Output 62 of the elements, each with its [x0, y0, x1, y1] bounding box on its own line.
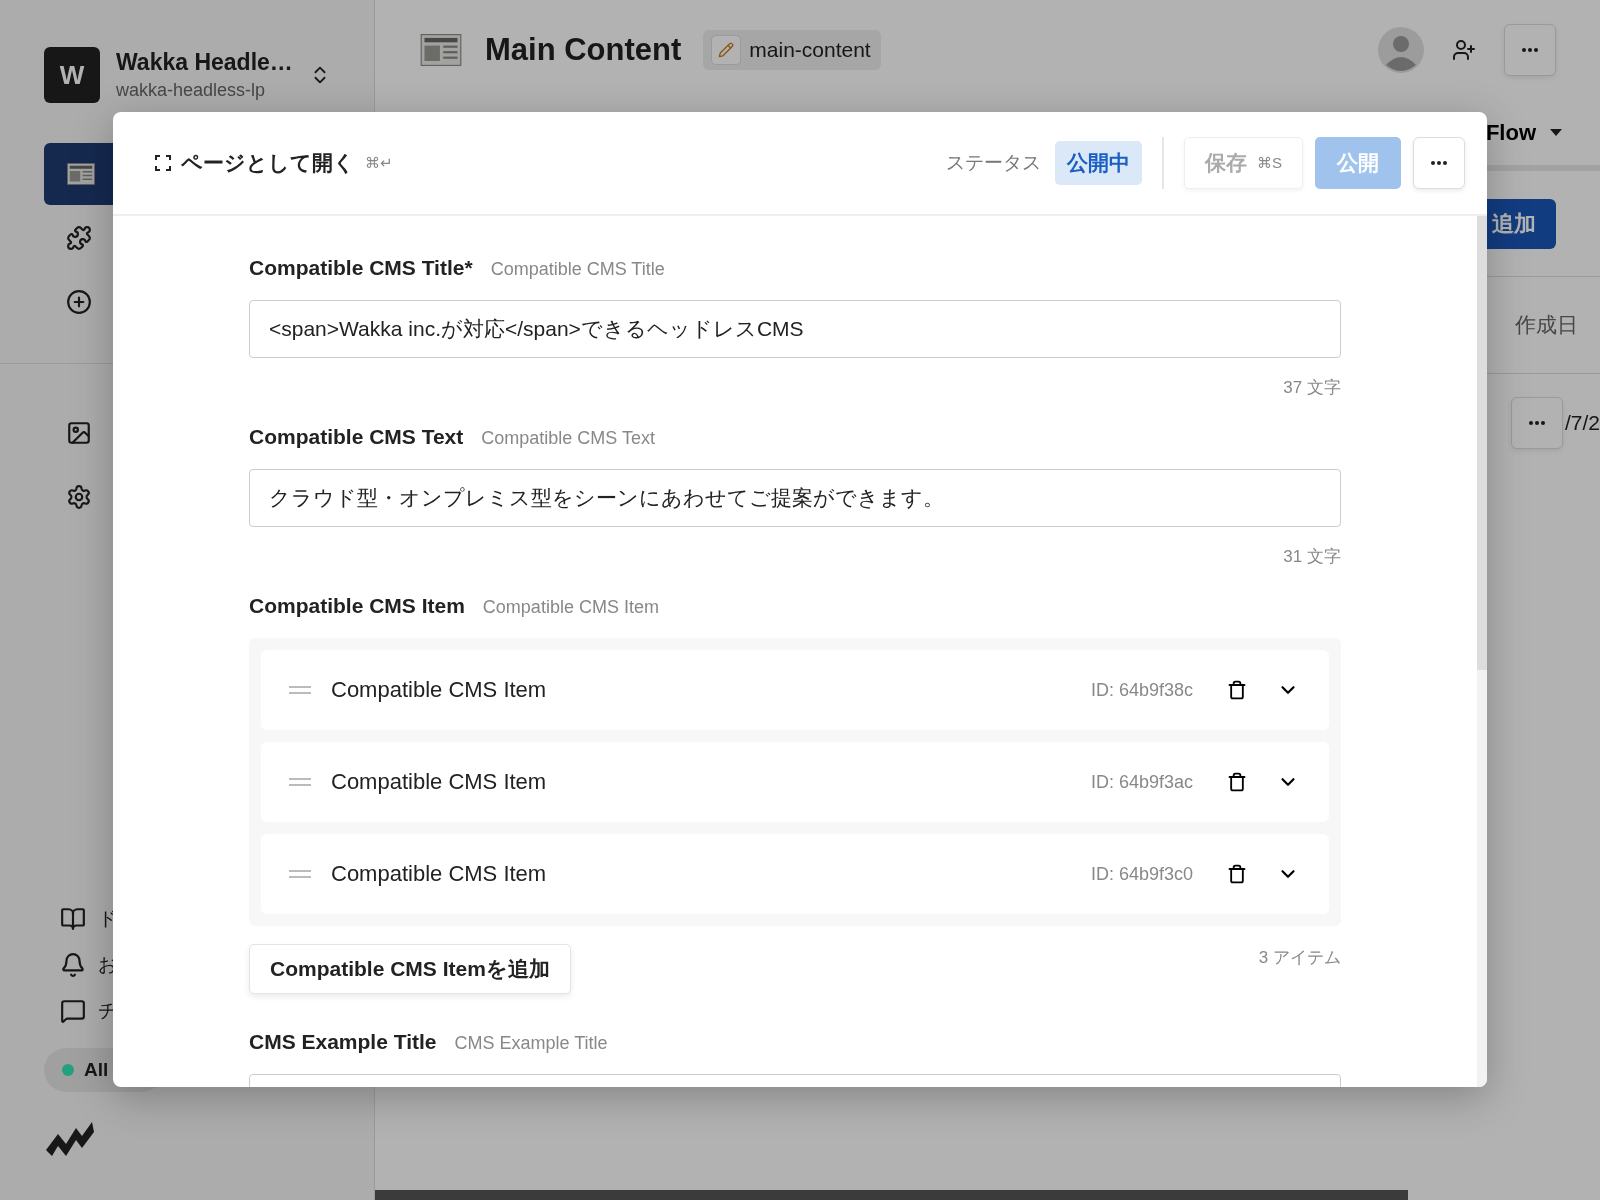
character-count: 37 文字 [1283, 377, 1341, 399]
status-label: ステータス [946, 151, 1041, 175]
list-item[interactable]: Compatible CMS Item ID: 64b9f38c [261, 650, 1329, 730]
plus-circle-icon [66, 289, 92, 315]
ellipsis-icon [1528, 421, 1545, 425]
settings-icon [66, 484, 92, 510]
drag-handle-icon[interactable] [289, 685, 311, 695]
nav-label[interactable]: チ [98, 998, 117, 1024]
trash-icon [1227, 680, 1247, 700]
trash-icon [1227, 772, 1247, 792]
book-icon[interactable] [60, 906, 86, 932]
chat-icon[interactable] [60, 998, 86, 1024]
column-header: 作成日 [1515, 312, 1578, 338]
field-label: Compatible CMS Text [249, 425, 464, 449]
add-user-icon[interactable] [1452, 38, 1476, 62]
horizontal-scrollbar[interactable] [375, 1190, 1408, 1200]
item-count: 3 アイテム [1258, 947, 1341, 969]
field-label: CMS Example Title [249, 1030, 437, 1054]
workspace-logo[interactable]: W [44, 47, 100, 103]
image-icon [66, 420, 92, 446]
flow-menu[interactable]: Flow [1485, 119, 1588, 146]
page-title: Main Content [485, 32, 682, 68]
text-field[interactable]: クラウド型・オンプレミス型をシーンにあわせてご提案ができます。 [249, 469, 1341, 527]
add-item-button[interactable]: Compatible CMS Itemを追加 [249, 944, 571, 994]
filter-label: All [84, 1059, 109, 1081]
table-cell: /7/2 [1564, 411, 1600, 435]
ellipsis-icon [1522, 48, 1538, 52]
item-id: ID: 64b9f38c [1090, 679, 1193, 701]
expand-icon [155, 155, 171, 171]
field-api-name: Compatible CMS Text [481, 428, 656, 449]
field-api-name: Compatible CMS Title [490, 259, 665, 280]
list-item[interactable]: Compatible CMS Item ID: 64b9f3c0 [261, 834, 1329, 914]
field-api-name: Compatible CMS Item [482, 597, 659, 618]
field-label: Compatible CMS Item [249, 594, 465, 618]
item-title: Compatible CMS Item [331, 861, 547, 887]
list-item[interactable]: Compatible CMS Item ID: 64b9f3ac [261, 742, 1329, 822]
item-title: Compatible CMS Item [331, 677, 547, 703]
drag-handle-icon[interactable] [289, 869, 311, 879]
scrollbar-thumb[interactable] [1477, 216, 1487, 670]
text-field[interactable]: <span>Wakka inc.が対応</span>できるヘッドレスCMS [249, 300, 1341, 358]
workspace-name: Wakka Headle… [116, 49, 293, 76]
trash-icon [1227, 864, 1247, 884]
delete-button[interactable] [1227, 680, 1247, 700]
item-title: Compatible CMS Item [331, 769, 547, 795]
slug-text: main-content [749, 38, 871, 62]
field-label: Compatible CMS Title* [249, 256, 473, 280]
pencil-icon [711, 35, 742, 65]
delete-button[interactable] [1227, 772, 1247, 792]
open-as-page-link[interactable]: ページとして開く ⌘↵ [155, 149, 393, 177]
puzzle-icon [66, 225, 92, 251]
drag-handle-icon[interactable] [289, 777, 311, 787]
item-id: ID: 64b9f3ac [1090, 771, 1193, 793]
item-id: ID: 64b9f3c0 [1090, 863, 1193, 885]
workspace-slug: wakka-headless-lp [116, 80, 267, 101]
status-badge: 公開中 [1055, 141, 1142, 185]
character-count: 31 文字 [1283, 546, 1341, 568]
ellipsis-icon [1431, 161, 1447, 165]
bell-icon[interactable] [60, 952, 86, 978]
field-api-name: CMS Example Title [454, 1033, 608, 1054]
caret-icon [1550, 128, 1562, 137]
delete-button[interactable] [1227, 864, 1247, 884]
avatar[interactable] [1378, 27, 1424, 73]
